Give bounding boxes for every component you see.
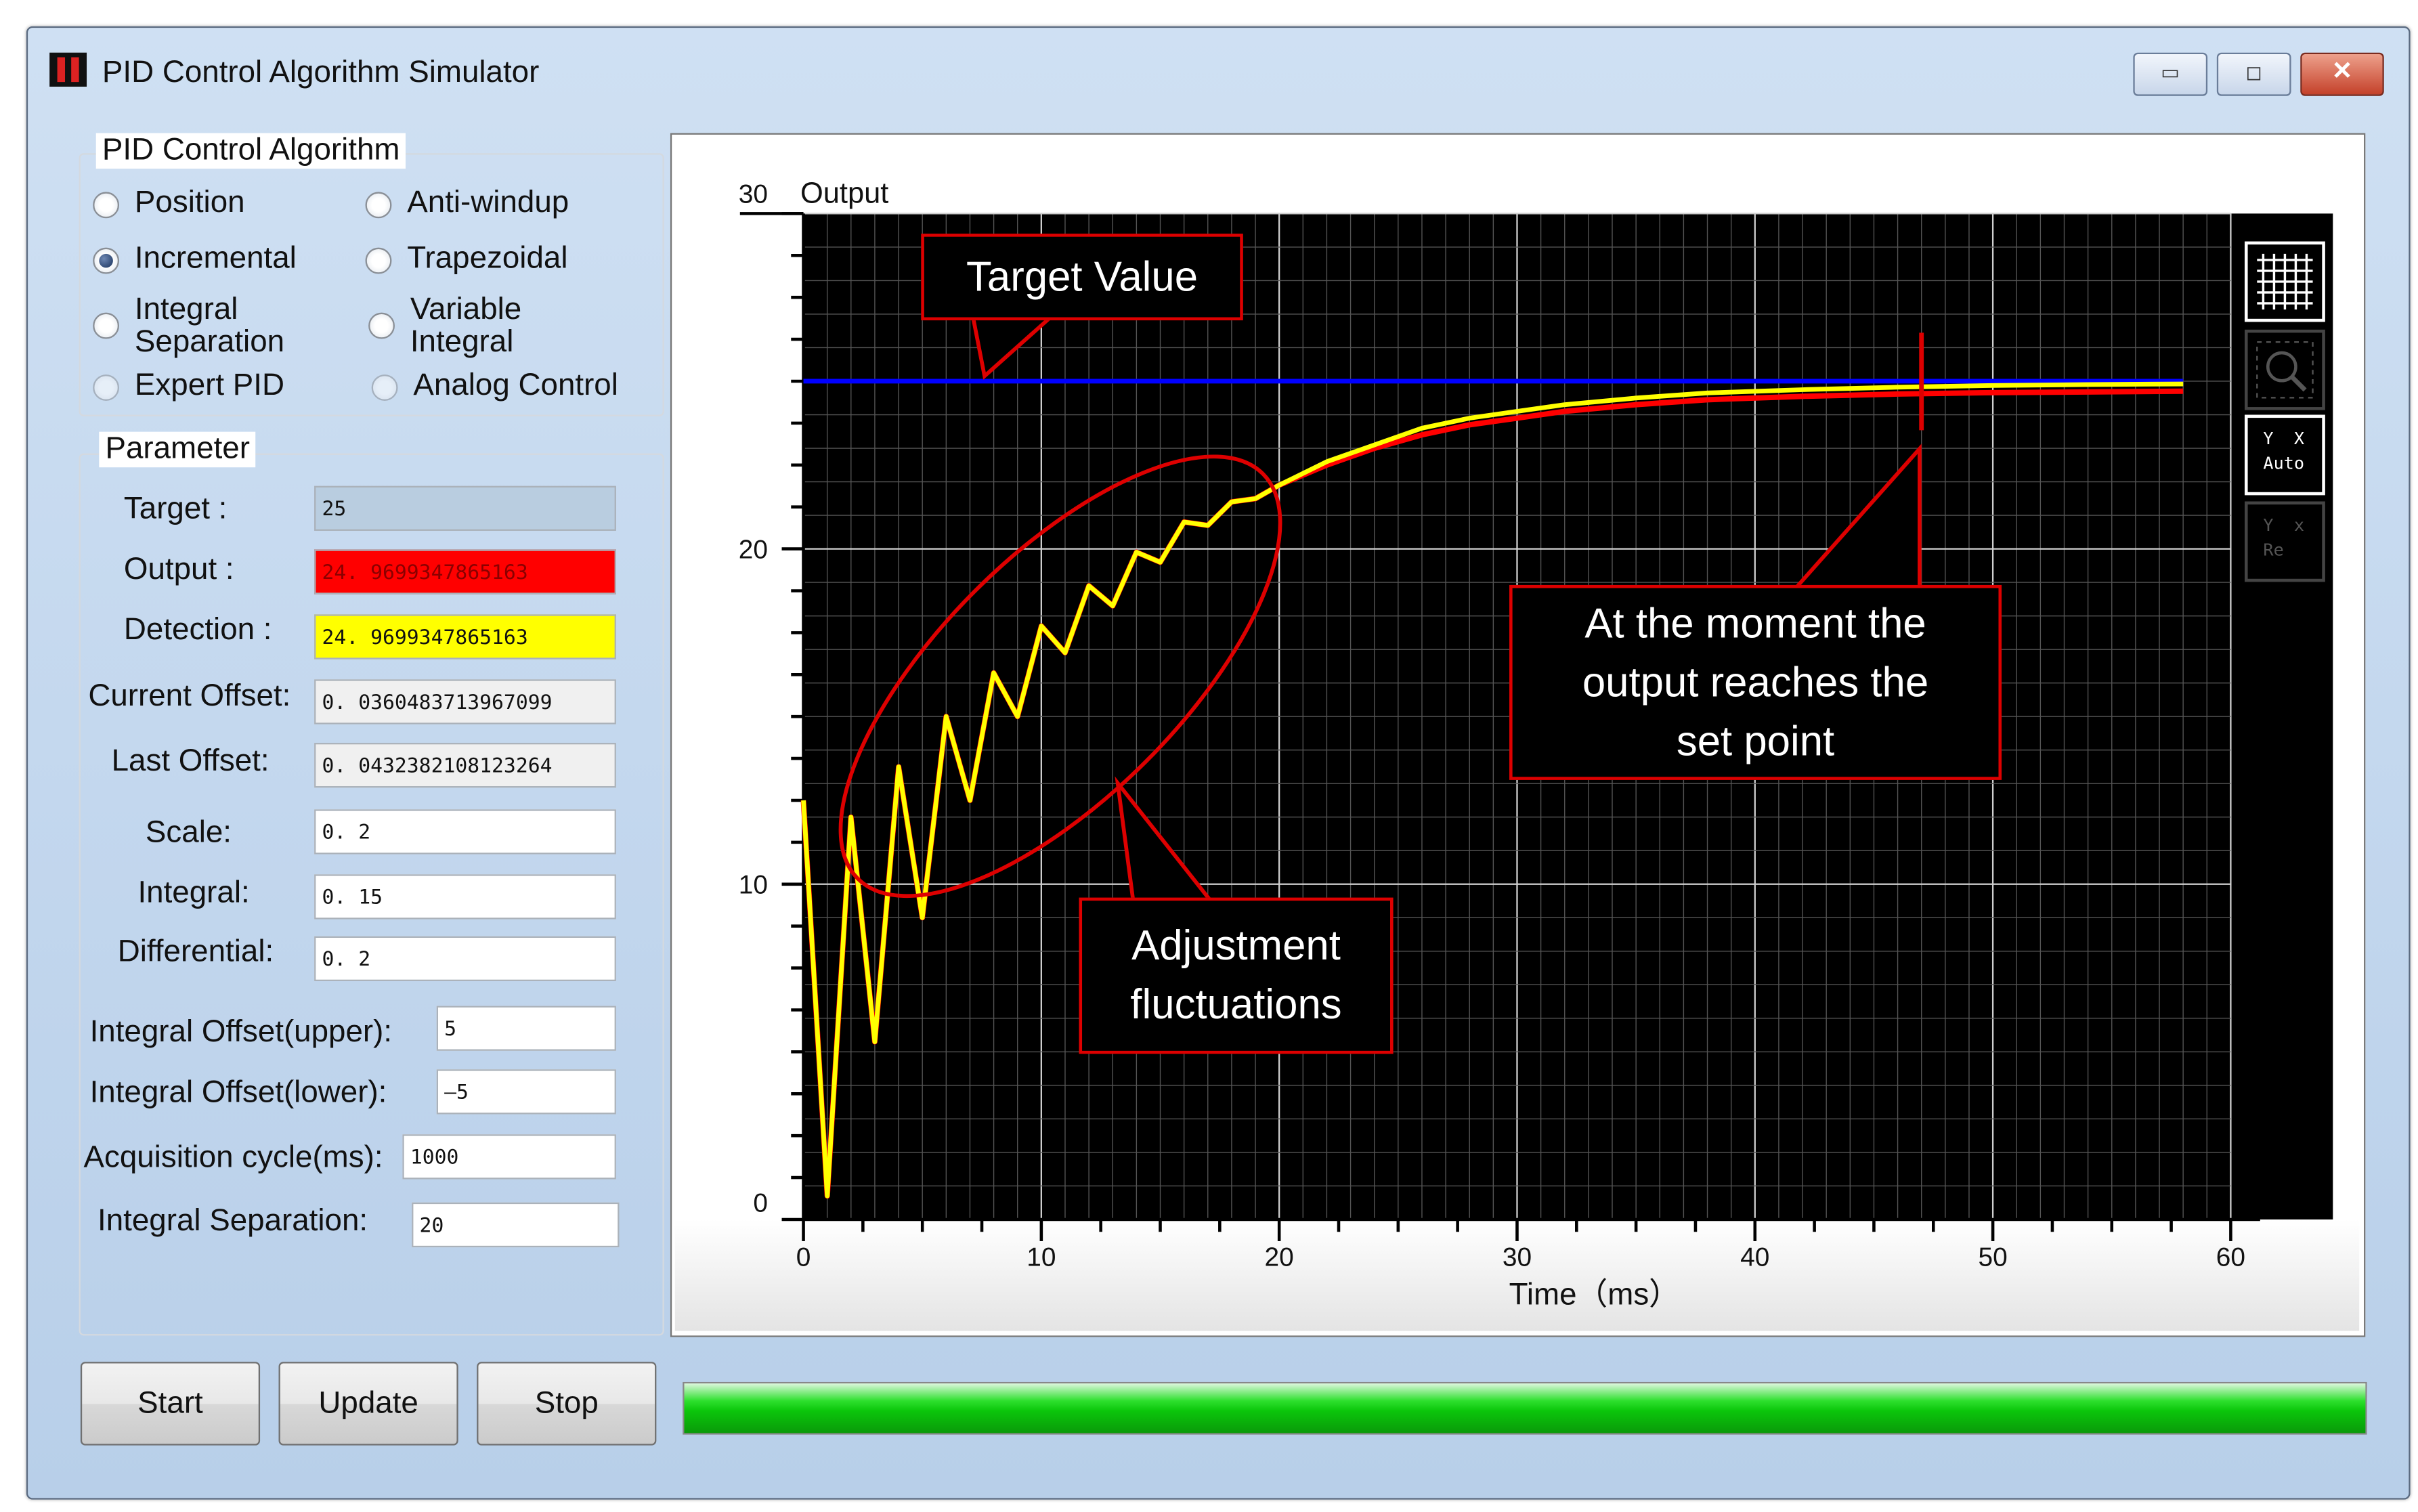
chart-tool-label: Y x Re (2263, 515, 2305, 561)
zoom-icon (2256, 341, 2314, 399)
grid-icon (2257, 253, 2313, 310)
chart-title: Output (800, 177, 888, 209)
x-tick-label: 0 (796, 1243, 811, 1272)
x-tick-label: 10 (1027, 1243, 1056, 1272)
progress-fill (684, 1383, 2366, 1433)
y-tick-label: 20 (739, 535, 768, 564)
chart-tool-label: Y X Auto (2263, 429, 2305, 474)
chart-tool-y-reset[interactable]: Y x Re (2244, 501, 2325, 582)
x-tick-label: 50 (1978, 1243, 2007, 1272)
fluctuation-note: Adjustment fluctuations (1079, 897, 1394, 1054)
chart-tool-zoom[interactable] (2244, 329, 2325, 410)
chart-tool-y-auto[interactable]: Y X Auto (2244, 414, 2325, 496)
x-tick-label: 60 (2216, 1243, 2245, 1272)
x-tick-label: 20 (1265, 1243, 1294, 1272)
y-tick-label: 0 (753, 1189, 768, 1218)
y-tick-label: 30 (739, 179, 768, 209)
target-value-note: Target Value (921, 234, 1243, 321)
setpoint-moment-note: At the moment the output reaches the set… (1509, 584, 2002, 780)
x-axis-label: Time（ms） (1509, 1277, 1680, 1312)
x-tick-label: 30 (1503, 1243, 1532, 1272)
y-tick-label: 10 (739, 871, 768, 900)
chart-tool-grid-toggle[interactable] (2244, 241, 2325, 322)
screenshot: PID Control Algorithm Simulator ▭ ◻ ✕ PI… (0, 0, 2418, 1512)
output-chart[interactable]: 0 10 20 30 40 50 60 0 10 20 30 Output Time（ms） (0, 0, 2418, 1512)
x-tick-label: 40 (1740, 1243, 1769, 1272)
progress-bar (683, 1381, 2367, 1435)
